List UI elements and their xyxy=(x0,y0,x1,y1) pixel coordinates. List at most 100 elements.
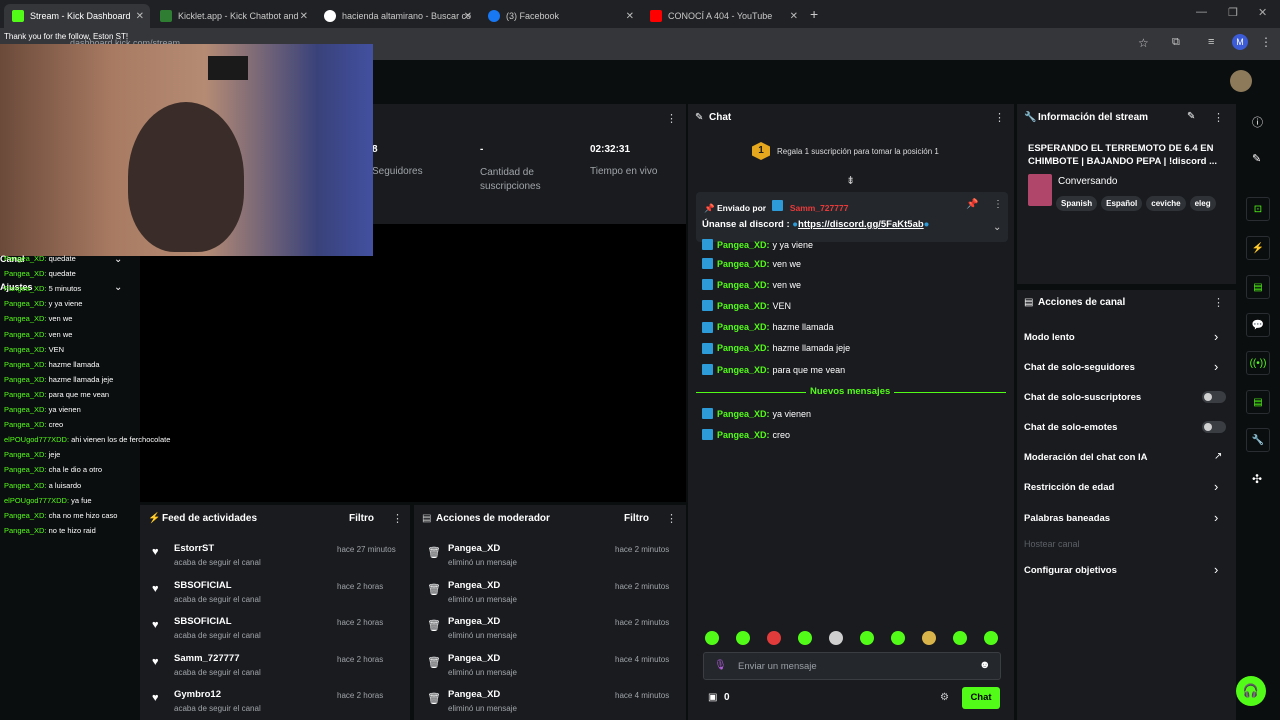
activity-item[interactable]: Samm_727777 acaba de seguir el canal xyxy=(174,653,261,677)
mod-action-item[interactable]: Pangea_XD eliminó un mensaje xyxy=(448,689,517,713)
expand-pinned-icon[interactable]: ⌄ xyxy=(993,222,1001,233)
mod-action-item[interactable]: Pangea_XD eliminó un mensaje xyxy=(448,580,517,604)
unpin-icon[interactable]: 📌 xyxy=(966,199,978,210)
collapse-icon[interactable]: ⇟ xyxy=(846,174,855,187)
channel-action-item[interactable]: Chat de solo-emotes xyxy=(1024,422,1117,433)
new-tab-button[interactable]: + xyxy=(810,6,818,22)
pinned-menu-icon[interactable]: ⋮ xyxy=(993,199,1003,210)
chat-username[interactable]: Pangea_XD: xyxy=(717,301,770,311)
emote-icon[interactable] xyxy=(767,631,781,645)
support-headset-icon[interactable]: 🎧 xyxy=(1236,676,1266,706)
stream-info-menu-icon[interactable]: ⋮ xyxy=(1213,111,1224,124)
chat-username[interactable]: Pangea_XD: xyxy=(717,430,770,440)
channel-actions-menu-icon[interactable]: ⋮ xyxy=(1213,296,1224,309)
browser-menu-icon[interactable]: ⋮ xyxy=(1260,35,1272,49)
pinned-by-user[interactable]: Samm_727777 xyxy=(790,203,849,213)
emote-icon[interactable] xyxy=(953,631,967,645)
chat-input-placeholder[interactable]: Enviar un mensaje xyxy=(738,661,817,672)
tab-kick-dashboard[interactable]: Stream - Kick Dashboard ✕ xyxy=(4,4,150,28)
channel-action-item[interactable]: Moderación del chat con IA xyxy=(1024,452,1148,463)
chevron-right-icon[interactable]: › xyxy=(1214,479,1218,494)
emote-icon[interactable] xyxy=(891,631,905,645)
chat-message[interactable]: Pangea_XD: ya vienen xyxy=(702,408,811,419)
profile-avatar[interactable]: M xyxy=(1232,34,1248,50)
chevron-right-icon[interactable]: › xyxy=(1214,359,1218,374)
tab-google-search[interactable]: hacienda altamirano - Buscar co ✕ xyxy=(316,4,478,28)
emote-icon[interactable] xyxy=(705,631,719,645)
send-chat-button[interactable]: Chat xyxy=(962,687,1000,709)
category-name[interactable]: Conversando xyxy=(1058,176,1117,187)
minimize-icon[interactable]: — xyxy=(1196,6,1207,18)
document-icon[interactable]: ▤ xyxy=(1246,275,1270,299)
wrench-icon[interactable]: 🔧 xyxy=(1246,428,1270,452)
toggle-switch[interactable] xyxy=(1202,391,1226,403)
chevron-down-icon[interactable]: ⌄ xyxy=(114,254,122,265)
sub-goal-text[interactable]: Regala 1 suscripción para tomar la posic… xyxy=(777,147,939,156)
close-tab-icon[interactable]: ✕ xyxy=(300,11,308,22)
activity-item[interactable]: EstorrST acaba de seguir el canal xyxy=(174,543,261,567)
channel-action-item[interactable]: Modo lento xyxy=(1024,332,1075,343)
chat-username[interactable]: Pangea_XD: xyxy=(717,365,770,375)
close-tab-icon[interactable]: ✕ xyxy=(464,11,472,22)
kicks-icon[interactable]: ▣ xyxy=(708,692,717,703)
mod-action-item[interactable]: Pangea_XD eliminó un mensaje xyxy=(448,653,517,677)
channel-action-item[interactable]: Restricción de edad xyxy=(1024,482,1114,493)
mod-filter-button[interactable]: Filtro xyxy=(624,513,649,524)
chat-message[interactable]: Pangea_XD: creo xyxy=(702,429,790,441)
edit-pencil-icon[interactable]: ✎ xyxy=(1187,111,1195,122)
channel-actions-icon[interactable]: ▤ xyxy=(1246,390,1270,414)
channel-action-item[interactable]: Configurar objetivos xyxy=(1024,565,1117,576)
close-tab-icon[interactable]: ✕ xyxy=(626,11,634,22)
chat-message[interactable]: Pangea_XD: ven we xyxy=(702,279,801,291)
screen-capture-icon[interactable]: ⊡ xyxy=(1246,197,1270,221)
channel-action-item[interactable]: Chat de solo-suscriptores xyxy=(1024,392,1141,403)
chat-username[interactable]: Pangea_XD: xyxy=(717,409,770,419)
toggle-switch[interactable] xyxy=(1202,421,1226,433)
chevron-right-icon[interactable]: › xyxy=(1214,510,1218,525)
chat-bubble-icon[interactable]: 💬 xyxy=(1246,313,1270,337)
chat-username[interactable]: Pangea_XD: xyxy=(717,259,770,269)
edit-icon[interactable]: ✎ xyxy=(1252,152,1261,165)
tab-search-icon[interactable]: ≡ xyxy=(1208,36,1214,48)
chat-message[interactable]: Pangea_XD: ven we xyxy=(702,258,801,269)
chat-message[interactable]: Pangea_XD: y ya viene xyxy=(702,239,813,250)
info-icon[interactable]: ⓘ xyxy=(1252,114,1263,130)
close-tab-icon[interactable]: ✕ xyxy=(790,11,798,22)
chevron-right-icon[interactable]: › xyxy=(1214,329,1218,344)
tag[interactable]: ceviche xyxy=(1146,196,1186,211)
close-tab-icon[interactable]: ✕ xyxy=(136,11,144,22)
close-window-icon[interactable]: ✕ xyxy=(1258,6,1267,19)
chat-menu-icon[interactable]: ⋮ xyxy=(994,111,1005,124)
emote-icon[interactable] xyxy=(922,631,936,645)
activity-menu-icon[interactable]: ⋮ xyxy=(392,512,403,525)
chat-message[interactable]: Pangea_XD: VEN xyxy=(702,300,791,312)
lightning-icon[interactable]: ⚡ xyxy=(1246,236,1270,260)
mod-menu-icon[interactable]: ⋮ xyxy=(666,512,677,525)
tag[interactable]: eleg xyxy=(1189,196,1216,211)
channel-action-item[interactable]: Palabras baneadas xyxy=(1024,513,1110,524)
activity-filter-button[interactable]: Filtro xyxy=(349,513,374,524)
settings-gear-icon[interactable]: ⚙ xyxy=(940,692,949,703)
broadcast-icon[interactable]: ((•)) xyxy=(1246,351,1270,375)
emote-icon[interactable] xyxy=(860,631,874,645)
external-link-icon[interactable]: ↗ xyxy=(1214,451,1222,462)
activity-item[interactable]: Gymbro12 acaba de seguir el canal xyxy=(174,689,261,713)
discord-link[interactable]: https://discord.gg/5FaKt5ab xyxy=(798,219,924,230)
chat-username[interactable]: Pangea_XD: xyxy=(717,322,770,332)
chat-username[interactable]: Pangea_XD: xyxy=(717,343,770,353)
chat-message[interactable]: Pangea_XD: para que me vean xyxy=(702,364,845,375)
add-widget-icon[interactable]: ✣ xyxy=(1252,472,1262,486)
tag[interactable]: Spanish xyxy=(1056,196,1098,211)
channel-action-item[interactable]: Chat de solo-seguidores xyxy=(1024,362,1135,373)
chevron-right-icon[interactable]: › xyxy=(1214,562,1218,577)
activity-item[interactable]: SBSOFICIAL acaba de seguir el canal xyxy=(174,580,261,604)
maximize-icon[interactable]: ❐ xyxy=(1228,6,1238,19)
user-avatar[interactable] xyxy=(1230,70,1252,92)
tag[interactable]: Español xyxy=(1101,196,1143,211)
mod-action-item[interactable]: Pangea_XD eliminó un mensaje xyxy=(448,543,517,567)
tab-kicklet[interactable]: Kicklet.app - Kick Chatbot and ✕ xyxy=(152,4,314,28)
stats-menu-icon[interactable]: ⋮ xyxy=(666,112,677,125)
chat-input-box[interactable]: 🎙 Enviar un mensaje ☻ xyxy=(703,652,1001,680)
emote-icon[interactable] xyxy=(798,631,812,645)
chat-message[interactable]: Pangea_XD: hazme llamada jeje xyxy=(702,342,850,354)
